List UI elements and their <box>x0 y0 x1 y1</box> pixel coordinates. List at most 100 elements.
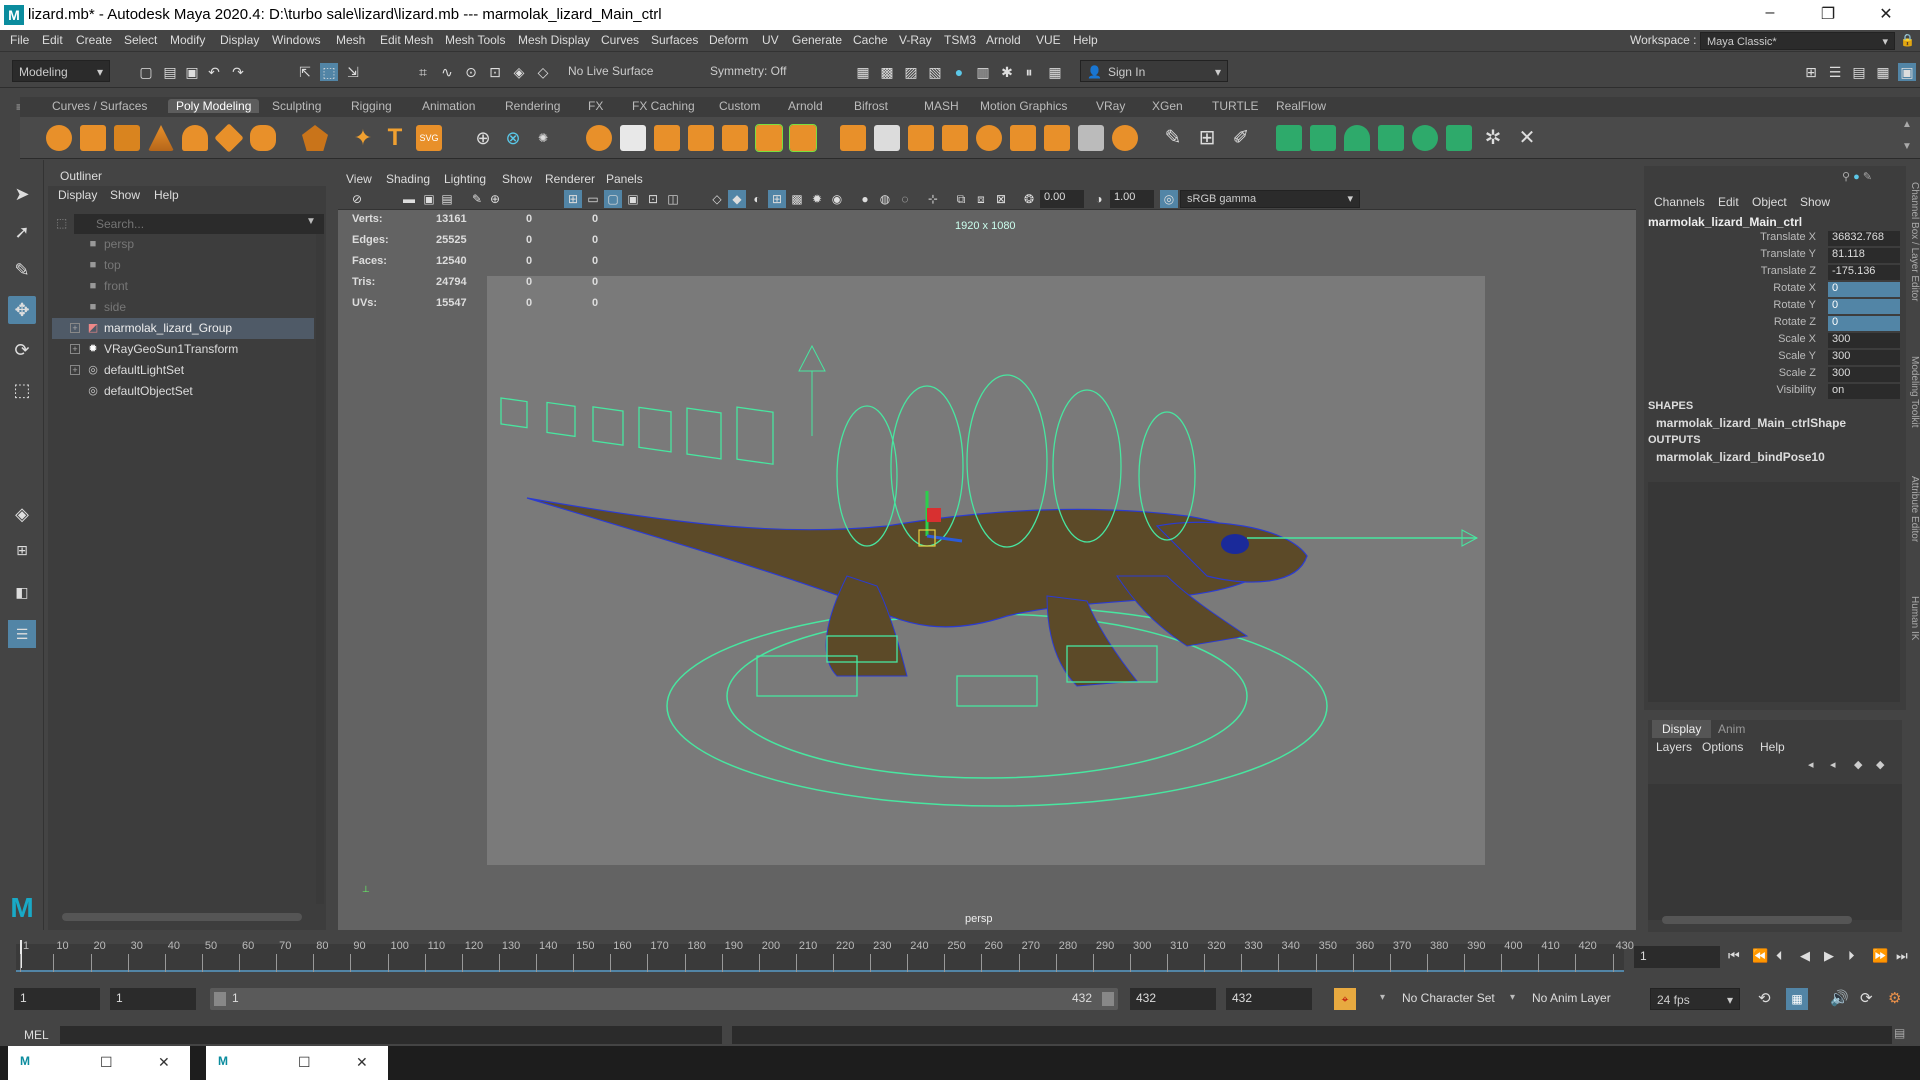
grid-icon[interactable]: ⊞ <box>564 190 582 208</box>
menu-select[interactable]: Select <box>124 33 157 47</box>
chevron-down-icon[interactable]: ▾ <box>1380 992 1385 1003</box>
channel-value[interactable]: 0 <box>1828 299 1900 314</box>
animation-preferences-icon[interactable]: ⚙ <box>1888 989 1901 1007</box>
expand-icon[interactable]: + <box>70 323 80 333</box>
range-end-handle[interactable] <box>1102 992 1114 1006</box>
menu-mesh-display[interactable]: Mesh Display <box>518 33 590 47</box>
platonic-solid-icon[interactable] <box>302 125 328 151</box>
crease-icon[interactable] <box>1112 125 1138 151</box>
shelf-tab-xgen[interactable]: XGen <box>1144 99 1191 113</box>
side-tab-channel-box[interactable]: Channel Box / Layer Editor <box>1906 182 1920 302</box>
end-time-field[interactable]: 432 <box>1226 988 1312 1010</box>
exposure-field[interactable]: 0.00 <box>1040 190 1084 208</box>
outliner-menu-display[interactable]: Display <box>58 188 97 202</box>
mash-network-icon[interactable] <box>1276 125 1302 151</box>
poly-cube-icon[interactable] <box>80 125 106 151</box>
insert-edge-loop-icon[interactable] <box>840 125 866 151</box>
channel-visibility[interactable]: Visibility on <box>1644 384 1900 400</box>
menu-file[interactable]: File <box>10 33 29 47</box>
playback-start-field[interactable]: 1 <box>110 988 196 1010</box>
isolate-select-icon[interactable]: ⧉ <box>952 190 970 208</box>
grease-pencil-icon[interactable]: ✎ <box>468 190 486 208</box>
poly-sphere-icon[interactable] <box>46 125 72 151</box>
offset-edge-loop-icon[interactable] <box>874 125 900 151</box>
viewport-menu-lighting[interactable]: Lighting <box>444 172 486 186</box>
menu-generate[interactable]: Generate <box>792 33 842 47</box>
smooth-shade-icon[interactable]: ◆ <box>728 190 746 208</box>
restore-icon[interactable]: ☐ <box>298 1054 311 1071</box>
outliner-item-lizard-group[interactable]: + ◩ marmolak_lizard_Group <box>52 318 314 339</box>
channel-rotate-z[interactable]: Rotate Z0 <box>1644 316 1900 332</box>
gamma-field[interactable]: 1.00 <box>1110 190 1154 208</box>
vray-ipr-icon[interactable]: ✱ <box>998 63 1016 81</box>
channel-scale-z[interactable]: Scale Z 300 <box>1644 367 1900 383</box>
poly-torus-icon[interactable] <box>182 125 208 151</box>
help-icon[interactable]: ● <box>1853 171 1860 183</box>
layer-menu-layers[interactable]: Layers <box>1656 740 1692 754</box>
shelf-scroll-down-icon[interactable]: ▼ <box>1902 141 1912 152</box>
wireframe-on-shaded-icon[interactable]: ⊞ <box>768 190 786 208</box>
channel-value[interactable]: 36832.768 <box>1828 231 1900 246</box>
layer-menu-help[interactable]: Help <box>1760 740 1785 754</box>
outliner-item-side[interactable]: ■ side <box>52 297 314 318</box>
snap-grid-icon[interactable]: ⌗ <box>414 63 432 81</box>
new-layer-icon[interactable]: ◆ <box>1854 758 1862 771</box>
vray-frame-buffer-icon[interactable]: ▦ <box>1046 63 1064 81</box>
poly-cone-icon[interactable] <box>148 125 174 151</box>
film-gate-icon[interactable]: ▭ <box>584 190 602 208</box>
shelf-tab-realflow[interactable]: RealFlow <box>1268 99 1334 113</box>
scale-tool-icon[interactable]: ⬚ <box>8 376 36 404</box>
menu-mesh[interactable]: Mesh <box>336 33 365 47</box>
fps-dropdown[interactable]: 24 fps ▾ <box>1650 988 1740 1010</box>
viewport-menu-renderer[interactable]: Renderer <box>545 172 595 186</box>
select-tool-icon[interactable]: ➤ <box>8 180 36 208</box>
channel-menu-channels[interactable]: Channels <box>1654 195 1705 209</box>
play-forwards-icon[interactable]: ▶ <box>1824 948 1834 964</box>
lizard-rig-scene[interactable] <box>487 276 1485 865</box>
exposure-icon[interactable]: ❂ <box>1020 190 1038 208</box>
uv-editor-icon[interactable]: ⊞ <box>1194 125 1220 151</box>
timeline-track[interactable] <box>16 944 1624 972</box>
default-material-icon[interactable]: ◐ <box>748 190 766 208</box>
character-set-label[interactable]: No Character Set <box>1402 991 1495 1005</box>
mash-grid-icon[interactable] <box>1446 125 1472 151</box>
color-management-icon[interactable]: ◎ <box>1160 190 1178 208</box>
playback-end-field[interactable]: 432 <box>1130 988 1216 1010</box>
measure-icon[interactable]: ✐ <box>1228 125 1254 151</box>
single-perspective-icon[interactable]: ◈ <box>8 500 36 528</box>
2d-pan-zoom-icon[interactable]: ⊕ <box>486 190 504 208</box>
start-time-field[interactable]: 1 <box>14 988 100 1010</box>
camera-attributes-icon[interactable]: ▤ <box>438 190 456 208</box>
undo-icon[interactable]: ↶ <box>205 63 223 81</box>
modeling-toolkit-toggle-icon[interactable]: ⊞ <box>1802 63 1820 81</box>
tool-settings-toggle-icon[interactable]: ▤ <box>1850 63 1868 81</box>
view-transform-dropdown[interactable]: sRGB gamma ▾ <box>1180 190 1360 208</box>
channel-menu-object[interactable]: Object <box>1752 195 1787 209</box>
use-all-lights-icon[interactable]: ✹ <box>808 190 826 208</box>
outliner-search-input[interactable] <box>74 214 324 234</box>
shelf-tab-fx[interactable]: FX <box>580 99 611 113</box>
poly-disc-icon[interactable] <box>250 125 276 151</box>
snap-surface-icon[interactable]: ◈ <box>510 63 528 81</box>
shelf-tab-rendering[interactable]: Rendering <box>497 99 568 113</box>
resolution-gate-icon[interactable]: ▢ <box>604 190 622 208</box>
new-layer-selected-icon[interactable]: ◆ <box>1876 758 1884 771</box>
menu-tsm3[interactable]: TSM3 <box>944 33 976 47</box>
channel-menu-show[interactable]: Show <box>1800 195 1830 209</box>
lasso-tool-icon[interactable]: ➚ <box>8 218 36 246</box>
shelf-tab-motion-graphics[interactable]: Motion Graphics <box>972 99 1075 113</box>
shelf-tab-poly-modeling[interactable]: Poly Modeling <box>168 99 260 113</box>
menu-windows[interactable]: Windows <box>272 33 321 47</box>
mash-distribute-icon[interactable] <box>1310 125 1336 151</box>
chevron-down-icon[interactable]: ▼ <box>306 216 316 227</box>
rotate-tool-icon[interactable]: ⟳ <box>8 336 36 364</box>
shape-node-name[interactable]: marmolak_lizard_Main_ctrlShape <box>1656 416 1846 430</box>
channel-value[interactable]: on <box>1828 384 1900 399</box>
menu-vue[interactable]: VUE <box>1036 33 1061 47</box>
wireframe-icon[interactable]: ◇ <box>708 190 726 208</box>
mel-input[interactable] <box>60 1026 722 1044</box>
viewport-menu-view[interactable]: View <box>346 172 372 186</box>
loop-icon[interactable]: ⟲ <box>1758 989 1771 1007</box>
attribute-editor-toggle-icon[interactable]: ☰ <box>1826 63 1844 81</box>
sound-icon[interactable]: 🔊 <box>1830 989 1849 1007</box>
